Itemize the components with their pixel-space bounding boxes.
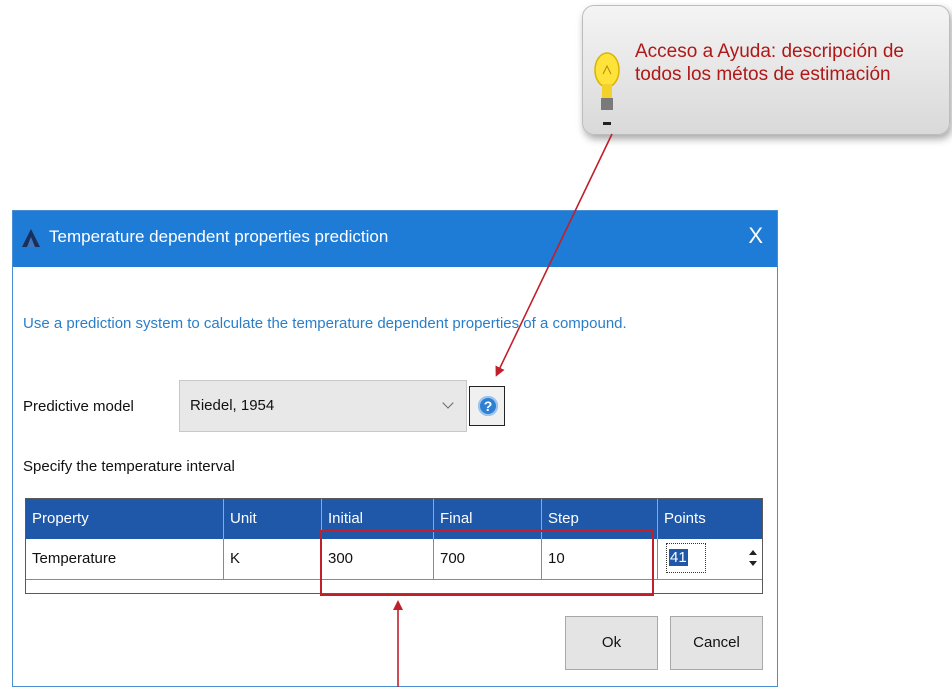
cell-property: Temperature [26,539,224,579]
prediction-dialog: Temperature dependent properties predict… [12,210,778,687]
lightbulb-icon [594,52,620,125]
header-initial: Initial [322,499,434,539]
title-bar[interactable]: Temperature dependent properties predict… [13,211,777,267]
points-spinner[interactable] [748,547,758,571]
cell-unit: K [224,539,322,579]
spin-down-icon[interactable] [749,561,757,566]
chevron-down-icon [442,397,454,409]
spin-up-icon[interactable] [749,550,757,555]
dialog-description: Use a prediction system to calculate the… [23,315,627,332]
cell-initial[interactable]: 300 [322,539,434,579]
cancel-button[interactable]: Cancel [670,616,763,670]
points-input[interactable]: 41 [666,543,706,573]
help-callout: Acceso a Ayuda: descripción de todos los… [582,5,950,135]
predictive-model-select[interactable]: Riedel, 1954 [179,380,467,432]
cell-step[interactable]: 10 [542,539,658,579]
help-button[interactable]: ? [469,386,505,426]
predictive-model-value: Riedel, 1954 [190,397,275,414]
close-button[interactable]: X [748,223,763,249]
dialog-title: Temperature dependent properties predict… [49,227,389,246]
header-final: Final [434,499,542,539]
help-icon: ? [478,396,498,416]
interval-table: Property Unit Initial Final Step Points … [25,498,763,594]
header-step: Step [542,499,658,539]
points-value: 41 [669,549,688,566]
ok-button[interactable]: Ok [565,616,658,670]
table-header: Property Unit Initial Final Step Points [26,499,762,539]
header-points: Points [664,510,706,527]
interval-label: Specify the temperature interval [23,458,235,475]
header-unit: Unit [224,499,322,539]
predictive-model-label: Predictive model [23,398,134,415]
callout-text: Acceso a Ayuda: descripción de todos los… [635,41,904,85]
table-row: Temperature K 300 700 10 41 [26,539,762,580]
cell-final[interactable]: 700 [434,539,542,579]
app-logo-icon [22,229,40,247]
header-property: Property [26,499,224,539]
